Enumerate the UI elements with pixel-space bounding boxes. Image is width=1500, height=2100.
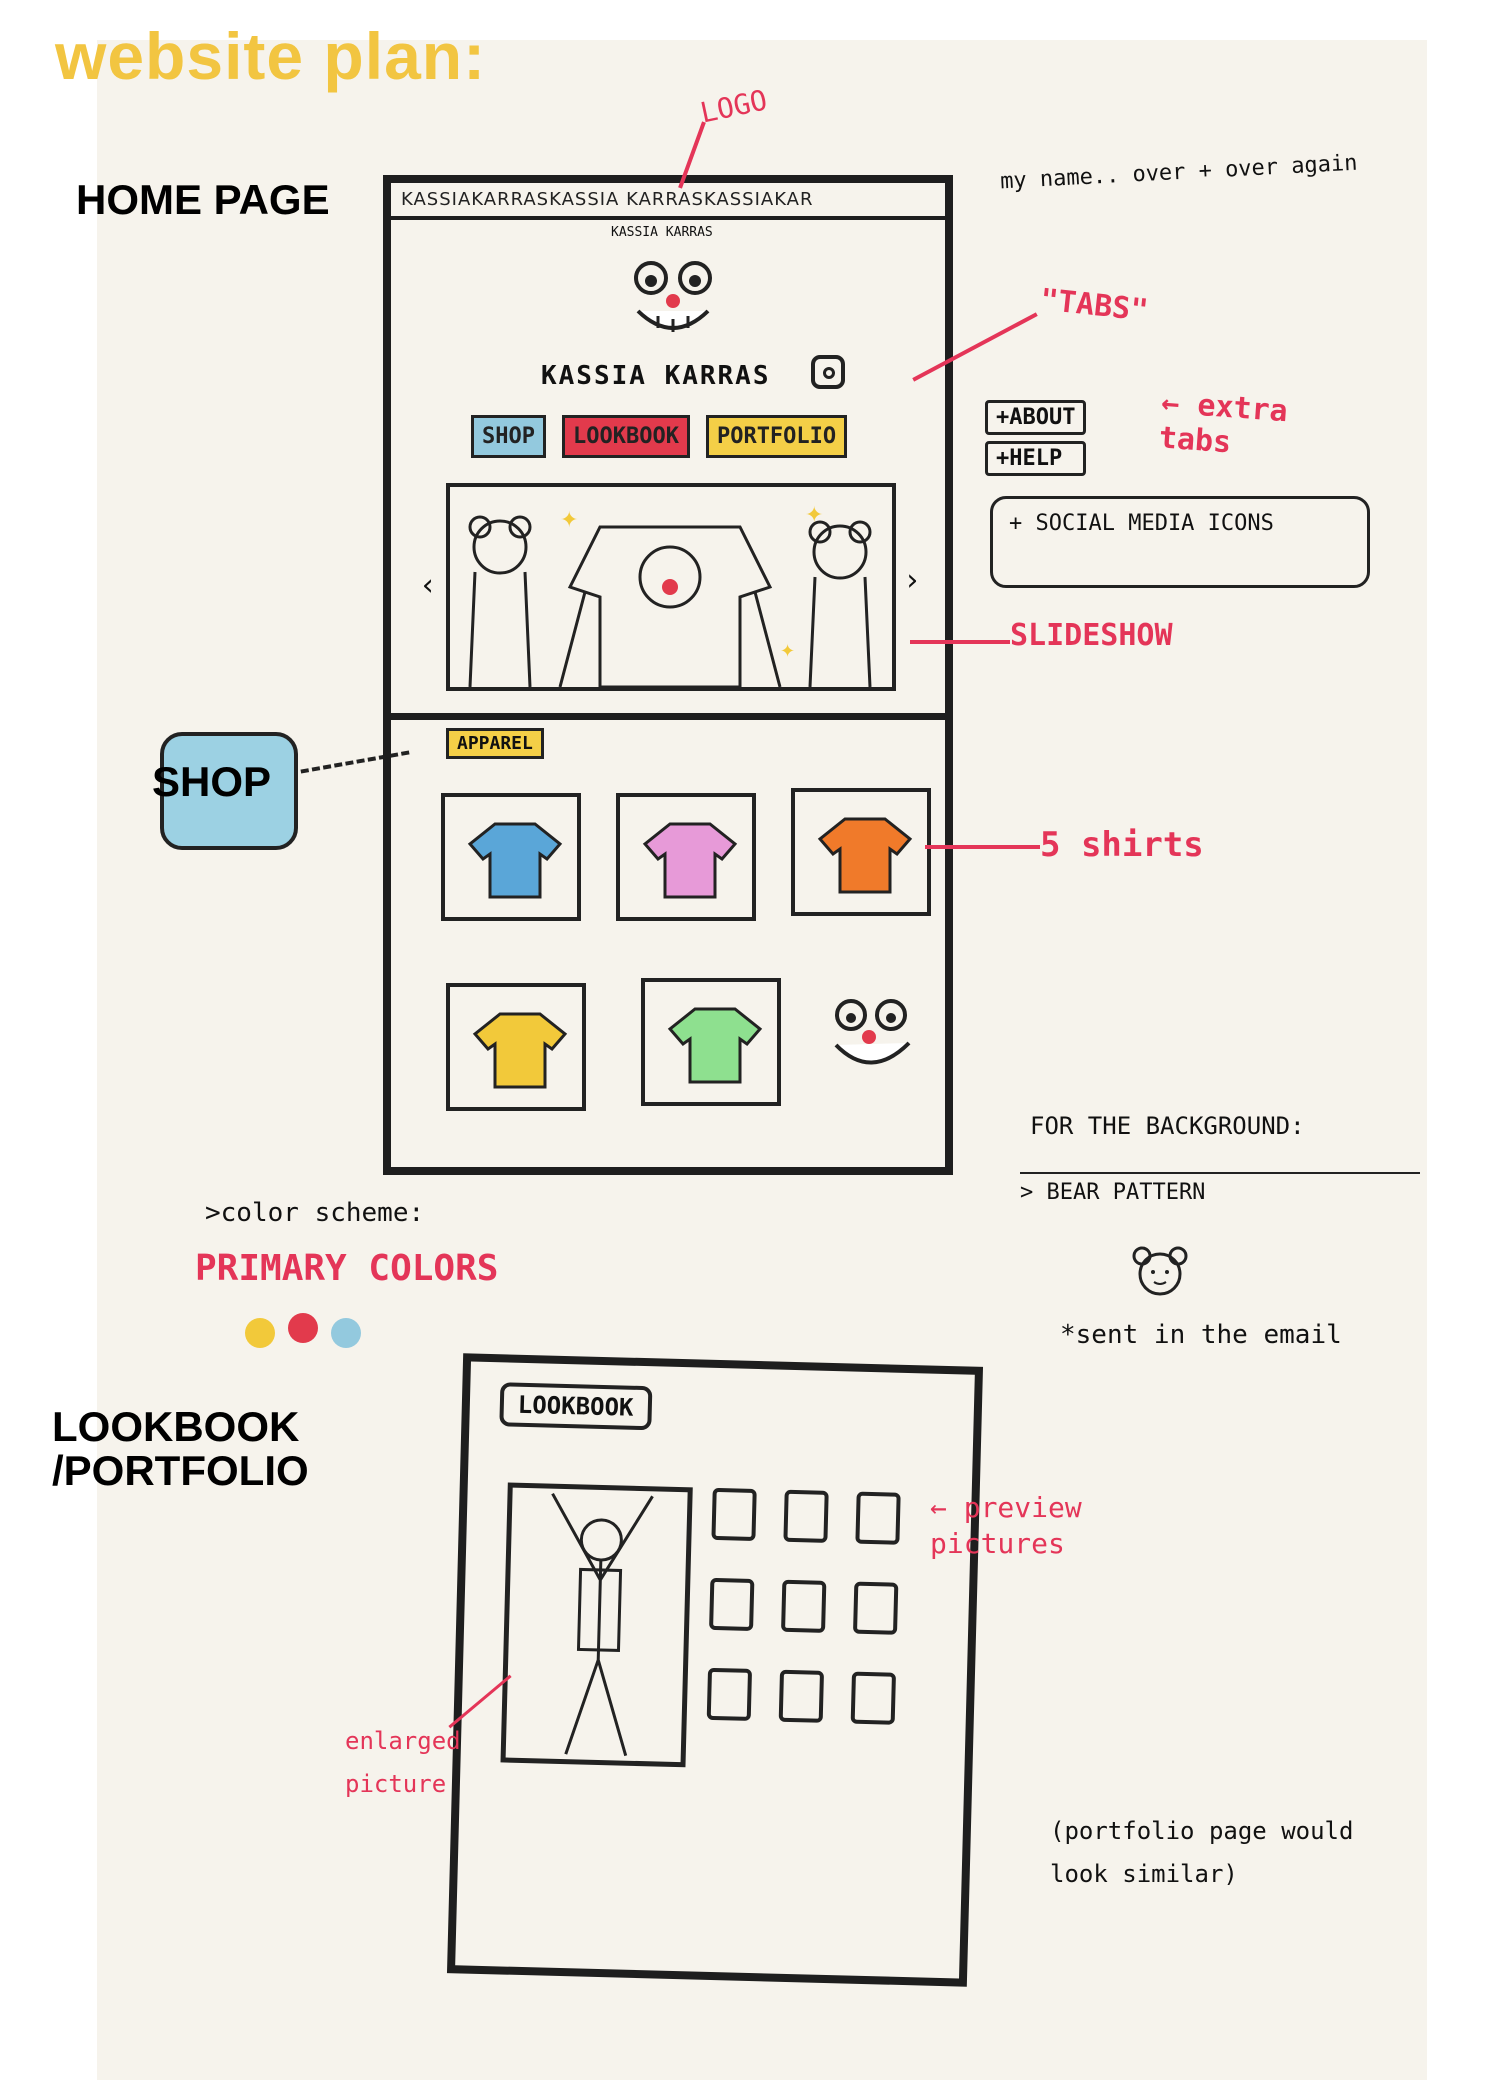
portfolio-note: (portfolio page would look similar) — [1050, 1817, 1354, 1889]
slide-prev-button[interactable]: ‹ — [419, 568, 437, 603]
shirt-item-5[interactable] — [641, 978, 781, 1106]
background-underline — [1020, 1172, 1420, 1174]
preview-thumbnail[interactable] — [778, 1669, 825, 1723]
shop-label: SHOP — [152, 758, 272, 805]
shirt-icon — [642, 822, 738, 899]
page-title: website plan: — [55, 19, 487, 93]
tab-lookbook[interactable]: LOOKBOOK — [561, 415, 690, 458]
home-page-label: HOME PAGE — [76, 176, 330, 223]
svg-text:✦: ✦ — [805, 503, 823, 528]
slide-next-button[interactable]: › — [903, 563, 921, 598]
social-media-icons-box: + SOCIAL MEDIA ICONS — [990, 496, 1370, 588]
home-wireframe: KASSIAKARRASKASSIA KARRASKASSIAKAR KASSI… — [383, 175, 953, 1175]
bear-icon — [1120, 1240, 1200, 1300]
lookbook-wireframe: LOOKBOOK — [446, 1353, 984, 1987]
tab-help[interactable]: +HELP — [985, 441, 1087, 476]
preview-thumbnail[interactable] — [706, 1667, 753, 1721]
section-divider — [383, 713, 953, 720]
svg-text:✦: ✦ — [780, 641, 795, 662]
preview-thumbnail[interactable] — [783, 1489, 829, 1543]
extra-tabs-annotation: ← extra tabs — [1157, 385, 1289, 461]
tab-portfolio[interactable]: PORTFOLIO — [705, 415, 848, 458]
five-shirts-annotation: 5 shirts — [1040, 825, 1204, 865]
preview-pictures-annotation: ← preview pictures — [930, 1491, 1082, 1561]
preview-thumbnail[interactable] — [855, 1491, 901, 1545]
primary-colors-label: PRIMARY COLORS — [195, 1248, 499, 1289]
lookbook-tab[interactable]: LOOKBOOK — [499, 1382, 652, 1431]
color-swatch-red — [288, 1313, 318, 1343]
shirt-icon — [467, 822, 563, 899]
color-scheme-label: >color scheme: — [205, 1198, 425, 1228]
logo-icon — [603, 233, 743, 343]
tabs-row: SHOP LOOKBOOK PORTFOLIO — [471, 415, 848, 458]
enlarged-picture-annotation: enlarged picture — [345, 1727, 461, 1799]
logo-text: KASSIA KARRAS — [611, 225, 713, 240]
preview-thumbnail[interactable] — [853, 1581, 899, 1635]
name-strip: KASSIAKARRASKASSIA KARRASKASSIAKAR — [391, 183, 945, 220]
logo-face-icon — [811, 973, 931, 1083]
preview-thumbnail[interactable] — [709, 1577, 755, 1631]
slideshow: ✦ ✦ ✦ — [446, 483, 896, 691]
brand-name: KASSIA KARRAS — [541, 361, 771, 391]
slideshow-arrow — [910, 640, 1010, 644]
enlarged-picture — [500, 1482, 693, 1768]
shirt-item-4[interactable] — [446, 983, 586, 1111]
apparel-tab[interactable]: APPAREL — [446, 728, 544, 759]
five-shirts-arrow — [925, 845, 1040, 849]
svg-text:✦: ✦ — [560, 508, 578, 533]
preview-thumbnail[interactable] — [711, 1487, 757, 1542]
shirt-icon — [667, 1007, 763, 1084]
extra-tabs: +ABOUT +HELP — [985, 400, 1087, 476]
shirt-item-3[interactable] — [791, 788, 931, 916]
shirt-item-1[interactable] — [441, 793, 581, 921]
sent-email-note: *sent in the email — [1060, 1320, 1342, 1350]
preview-thumbnail[interactable] — [781, 1579, 827, 1633]
shirt-icon — [472, 1012, 568, 1089]
shirt-icon — [817, 817, 913, 894]
tab-about[interactable]: +ABOUT — [985, 400, 1087, 435]
background-heading: FOR THE BACKGROUND: — [1030, 1112, 1305, 1140]
preview-thumbnail[interactable] — [850, 1671, 896, 1725]
slideshow-annotation: SLIDESHOW — [1010, 618, 1173, 653]
bear-pattern-note: > BEAR PATTERN — [1020, 1180, 1206, 1205]
color-swatch-blue — [331, 1318, 361, 1348]
tab-shop[interactable]: SHOP — [471, 415, 546, 458]
shirt-item-2[interactable] — [616, 793, 756, 921]
instagram-icon[interactable] — [811, 355, 845, 389]
preview-thumbnails — [706, 1487, 933, 1764]
lookbook-label: LOOKBOOK /PORTFOLIO — [52, 1403, 309, 1495]
color-swatch-yellow — [245, 1318, 275, 1348]
